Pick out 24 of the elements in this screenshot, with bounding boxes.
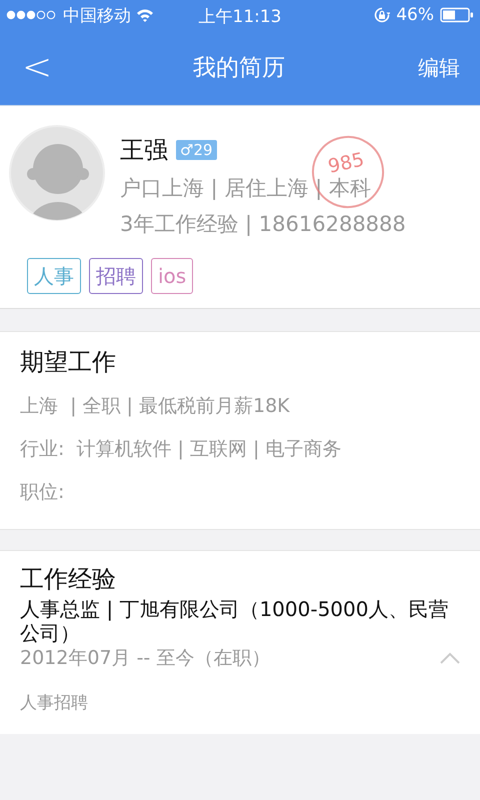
job-preference: 职位:	[20, 480, 66, 504]
chevron-icon[interactable]	[440, 652, 460, 664]
back-button[interactable]: <	[14, 47, 60, 88]
skill-tag: 招聘	[89, 258, 143, 294]
edit-button[interactable]: 编辑	[418, 54, 460, 82]
signal-icon	[6, 10, 58, 20]
page-title: 我的简历	[193, 54, 286, 83]
employment-period: 2012年07月 -- 至今（在职）	[20, 646, 270, 671]
job-preference: 上海 | 全职 | 最低税前月薪18K	[20, 394, 291, 418]
skill-tag: 人事	[27, 258, 81, 294]
person-name: 王强	[120, 135, 168, 166]
rotation-lock-icon	[374, 7, 390, 23]
job-description: 人事招聘	[20, 692, 89, 714]
carrier-name: 中国移动	[63, 4, 131, 26]
section-title: 期望工作	[20, 347, 117, 378]
section-title: 工作经验	[20, 564, 117, 595]
job-title-company: 人事总监 | 丁旭有限公司（1000-5000人、民营公司）	[20, 597, 450, 645]
gender-age-badge: ♂29	[176, 140, 217, 160]
battery-percent: 46%	[396, 5, 434, 25]
battery-icon	[440, 7, 474, 23]
skill-tag: ios	[151, 258, 194, 294]
job-preference: 行业: 计算机软件 | 互联网 | 电子商务	[20, 437, 342, 461]
wifi-icon	[136, 8, 154, 22]
status-time: 上午11:13	[198, 7, 282, 27]
